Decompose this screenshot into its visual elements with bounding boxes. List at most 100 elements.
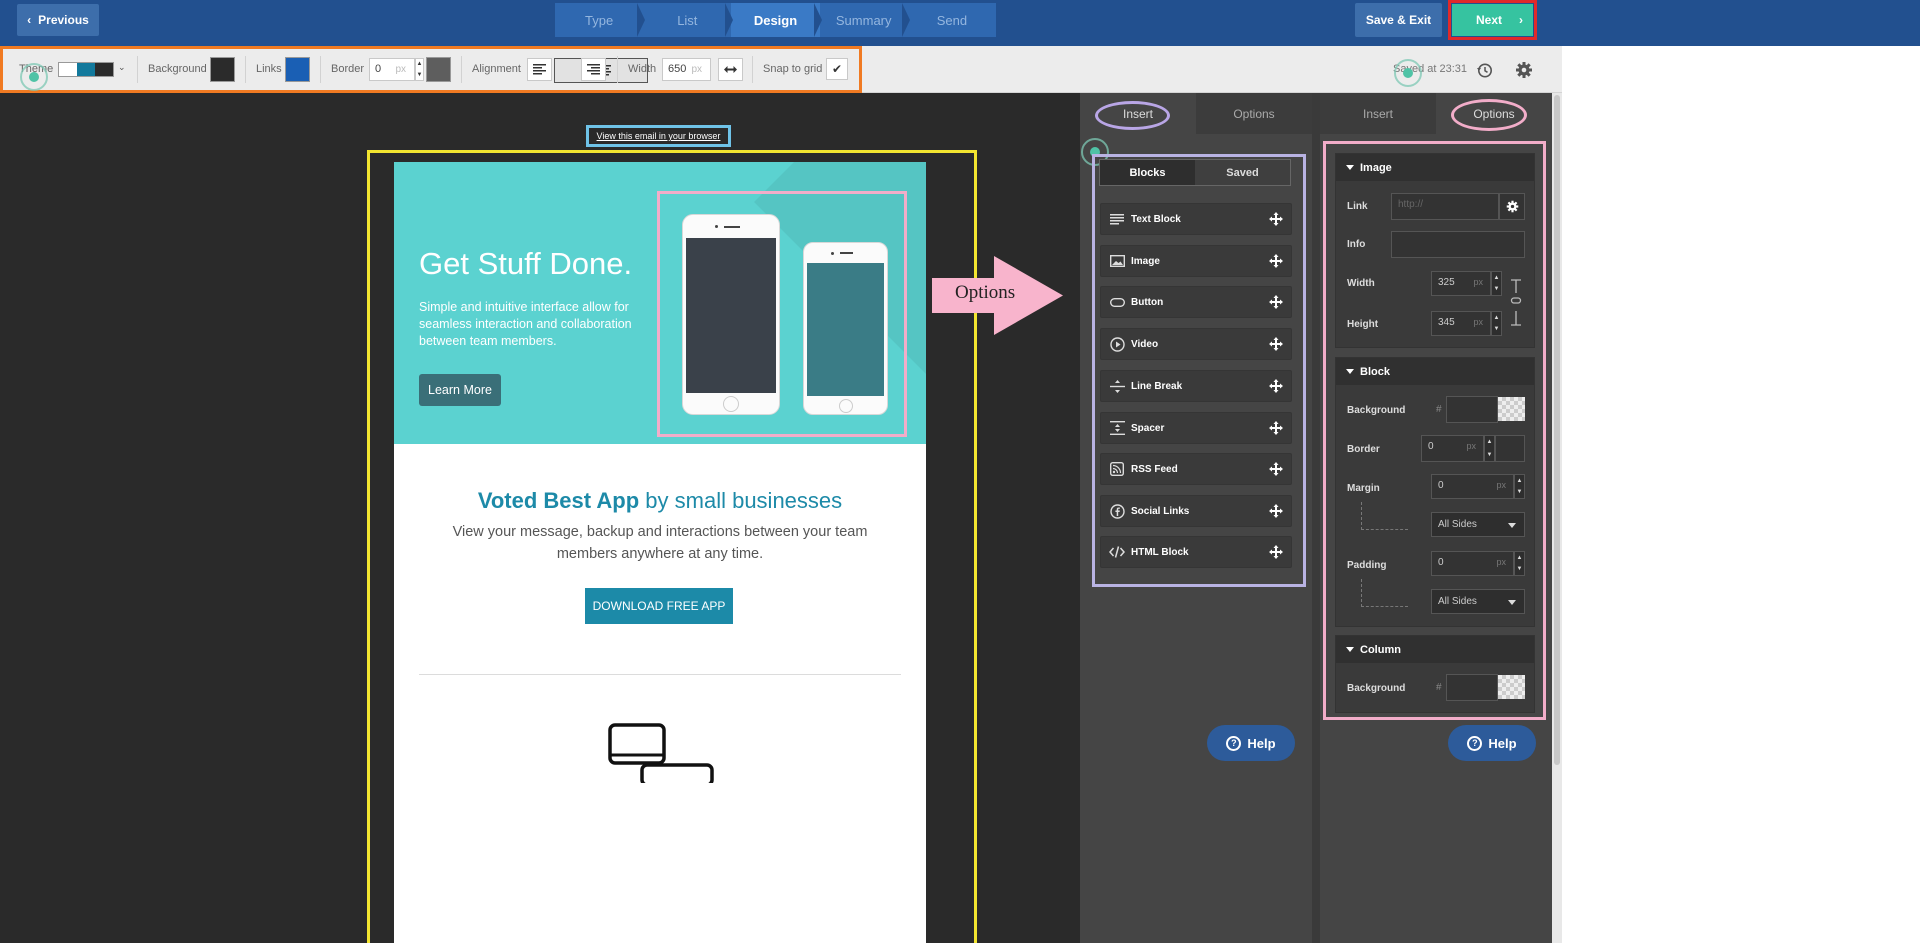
hero-section[interactable]: Get Stuff Done. Simple and intuitive int… — [394, 162, 926, 444]
move-icon[interactable] — [1269, 379, 1283, 393]
image-section-header[interactable]: Image — [1336, 154, 1534, 181]
move-icon[interactable] — [1269, 337, 1283, 351]
padding-sides-select[interactable]: All Sides — [1431, 589, 1525, 614]
margin-input[interactable]: 0 px — [1431, 474, 1514, 499]
block-html[interactable]: HTML Block — [1100, 536, 1292, 568]
step-list[interactable]: List — [643, 3, 734, 37]
block-social-links[interactable]: Social Links — [1100, 495, 1292, 527]
gear-icon[interactable] — [1515, 61, 1533, 79]
column-section-header[interactable]: Column — [1336, 636, 1534, 663]
image-width-stepper[interactable]: ▲ ▼ — [1491, 271, 1502, 296]
chevron-down-icon[interactable]: ⌄ — [118, 62, 126, 73]
links-color-swatch[interactable] — [285, 57, 310, 82]
phone-screen — [807, 263, 884, 396]
link-dimensions-icon[interactable] — [1509, 279, 1523, 327]
full-width-button[interactable] — [718, 58, 743, 81]
snap-to-grid-checkbox[interactable]: ✔ — [826, 58, 848, 80]
block-video[interactable]: Video — [1100, 328, 1292, 360]
margin-stepper[interactable]: ▲ ▼ — [1514, 474, 1525, 499]
block-rss-feed[interactable]: RSS Feed — [1100, 453, 1292, 485]
learn-more-button[interactable]: Learn More — [419, 374, 501, 406]
info-label: Info — [1347, 239, 1366, 250]
theme-picker[interactable] — [58, 62, 114, 77]
scrollbar[interactable] — [1552, 93, 1562, 943]
background-color-swatch[interactable] — [210, 57, 235, 82]
save-exit-button[interactable]: Save & Exit — [1355, 3, 1442, 37]
theme-color-white — [59, 63, 77, 76]
padding-stepper[interactable]: ▲ ▼ — [1514, 551, 1525, 576]
up-arrow-icon[interactable]: ▲ — [1517, 478, 1523, 484]
move-icon[interactable] — [1269, 212, 1283, 226]
tab-insert[interactable]: Insert — [1320, 93, 1436, 134]
scrollbar-thumb[interactable] — [1554, 95, 1560, 765]
up-arrow-icon[interactable]: ▲ — [1517, 555, 1523, 561]
previous-button[interactable]: ‹ Previous — [17, 4, 99, 36]
block-line-break[interactable]: Line Break — [1100, 370, 1292, 402]
segment-blocks[interactable]: Blocks — [1100, 160, 1195, 185]
segment-saved[interactable]: Saved — [1195, 160, 1290, 185]
step-send[interactable]: Send — [908, 3, 996, 37]
next-highlight-outline — [1448, 0, 1537, 40]
block-button[interactable]: Button — [1100, 286, 1292, 318]
up-arrow-icon[interactable]: ▲ — [1494, 275, 1500, 281]
background-label: Background — [148, 63, 207, 75]
column-background-swatch[interactable] — [1498, 675, 1525, 699]
email-width-input[interactable]: 650 px — [662, 58, 711, 81]
align-left-button[interactable] — [527, 58, 552, 81]
history-icon[interactable] — [1476, 62, 1493, 79]
move-icon[interactable] — [1269, 545, 1283, 559]
block-background-input[interactable] — [1446, 396, 1498, 423]
move-icon[interactable] — [1269, 254, 1283, 268]
block-image[interactable]: Image — [1100, 245, 1292, 277]
down-arrow-icon[interactable]: ▼ — [1517, 566, 1523, 572]
down-arrow-icon[interactable]: ▼ — [417, 72, 423, 78]
move-icon[interactable] — [1269, 421, 1283, 435]
block-border-stepper[interactable]: ▲ ▼ — [1484, 435, 1495, 462]
block-section-header[interactable]: Block — [1336, 358, 1534, 385]
tab-options[interactable]: Options — [1196, 93, 1312, 134]
hero-text[interactable]: Simple and intuitive interface allow for… — [419, 299, 649, 350]
move-icon[interactable] — [1269, 504, 1283, 518]
checkmark-icon: ✔ — [831, 62, 843, 76]
help-button[interactable]: ? Help — [1448, 725, 1536, 761]
voted-heading[interactable]: Voted Best App by small businesses — [394, 488, 926, 514]
border-stepper[interactable]: ▲ ▼ — [415, 58, 424, 81]
border-color-swatch[interactable] — [426, 57, 451, 82]
up-arrow-icon[interactable]: ▲ — [1487, 439, 1493, 445]
step-summary[interactable]: Summary — [820, 3, 911, 37]
image-link-input[interactable]: http:// — [1391, 193, 1499, 220]
phones-image-outline[interactable] — [657, 191, 907, 437]
image-width-input[interactable]: 325 px — [1431, 271, 1491, 296]
down-arrow-icon[interactable]: ▼ — [1494, 286, 1500, 292]
move-icon[interactable] — [1269, 295, 1283, 309]
email-preview[interactable]: Get Stuff Done. Simple and intuitive int… — [394, 162, 926, 943]
subtitle-text[interactable]: View your message, backup and interactio… — [434, 521, 886, 565]
help-button[interactable]: ? Help — [1207, 725, 1295, 761]
download-app-button[interactable]: DOWNLOAD FREE APP — [585, 588, 733, 624]
align-right-button[interactable] — [581, 58, 606, 81]
block-spacer[interactable]: Spacer — [1100, 412, 1292, 444]
step-design[interactable]: Design — [731, 3, 822, 37]
block-text[interactable]: Text Block — [1100, 203, 1292, 235]
image-height-stepper[interactable]: ▲ ▼ — [1491, 311, 1502, 336]
step-type[interactable]: Type — [555, 3, 646, 37]
border-width-input[interactable]: 0 px — [369, 58, 415, 81]
up-arrow-icon[interactable]: ▲ — [1494, 315, 1500, 321]
move-icon[interactable] — [1269, 462, 1283, 476]
view-in-browser-link[interactable]: View this email in your browser — [586, 125, 731, 147]
block-background-swatch[interactable] — [1498, 397, 1525, 421]
column-background-input[interactable] — [1446, 674, 1498, 701]
hero-title[interactable]: Get Stuff Done. — [419, 246, 632, 282]
up-arrow-icon[interactable]: ▲ — [417, 61, 423, 67]
down-arrow-icon[interactable]: ▼ — [1487, 452, 1493, 458]
padding-input[interactable]: 0 px — [1431, 551, 1514, 576]
block-border-color-swatch[interactable] — [1495, 435, 1525, 462]
margin-sides-select[interactable]: All Sides — [1431, 512, 1525, 537]
down-arrow-icon[interactable]: ▼ — [1494, 326, 1500, 332]
down-arrow-icon[interactable]: ▼ — [1517, 489, 1523, 495]
caret-down-icon — [1508, 523, 1516, 528]
image-info-input[interactable] — [1391, 231, 1525, 258]
block-border-input[interactable]: 0 px — [1421, 435, 1484, 462]
image-height-input[interactable]: 345 px — [1431, 311, 1491, 336]
link-settings-button[interactable] — [1499, 193, 1525, 220]
